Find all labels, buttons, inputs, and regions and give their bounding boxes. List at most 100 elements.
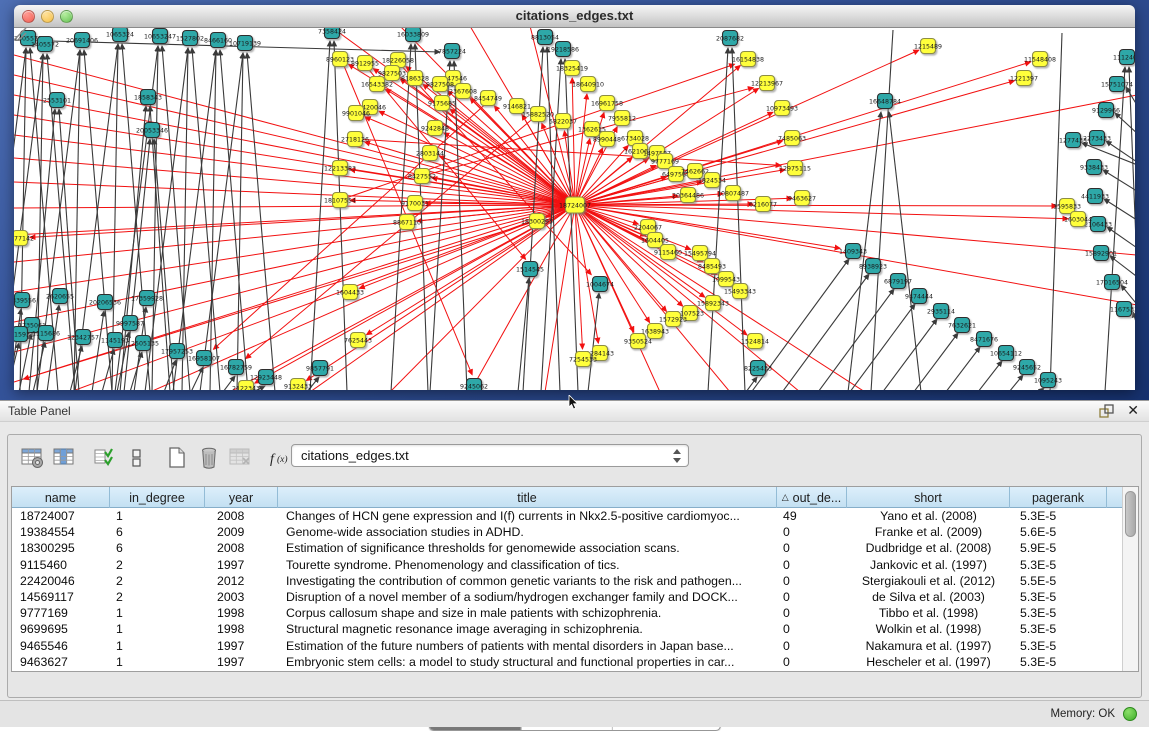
column-settings-button[interactable] <box>18 444 48 472</box>
cell-name: 9463627 <box>12 655 110 669</box>
column-header-in_degree[interactable]: in_degree <box>110 487 205 508</box>
column-header-out_de[interactable]: △out_de... <box>777 487 847 508</box>
cell-year: 2008 <box>205 541 278 555</box>
cell-short: Hescheler et al. (1997) <box>847 655 1010 669</box>
table-panel-title: Table Panel <box>8 404 71 418</box>
cell-out_de: 0 <box>777 606 847 620</box>
table-row[interactable]: 977716911998Corpus callosum shape and si… <box>12 605 1122 621</box>
cell-name: 19384554 <box>12 525 110 539</box>
cell-pagerank: 5.9E-5 <box>1010 541 1107 555</box>
cell-short: Dudbridge et al. (2008) <box>847 541 1010 555</box>
cell-out_de: 0 <box>777 655 847 669</box>
table-row[interactable]: 1872400712008Changes of HCN gene express… <box>12 508 1122 524</box>
cell-pagerank: 5.3E-5 <box>1010 639 1107 653</box>
cell-in_degree: 2 <box>110 558 205 572</box>
cell-out_de: 0 <box>777 558 847 572</box>
cytoscape-desktop: citations_edges.txt 24055721405572206914… <box>0 0 1149 400</box>
cell-title: Genome-wide association studies in ADHD. <box>278 525 777 539</box>
table-panel-body: f (x) citations_edges.txt namein_degreey… <box>7 434 1142 698</box>
cell-year: 2003 <box>205 590 278 604</box>
table-row[interactable]: 946554611997Estimation of the future num… <box>12 638 1122 654</box>
cell-title: Embryonic stem cells: a model to study s… <box>278 655 777 669</box>
show-columns-button[interactable] <box>50 444 80 472</box>
cell-short: Nakamura et al. (1997) <box>847 639 1010 653</box>
cell-in_degree: 1 <box>110 509 205 523</box>
cell-pagerank: 5.3E-5 <box>1010 590 1107 604</box>
cell-year: 1997 <box>205 655 278 669</box>
memory-status-label: Memory: OK <box>1050 708 1115 720</box>
cell-title: Structural magnetic resonance image aver… <box>278 622 777 636</box>
cell-pagerank: 5.3E-5 <box>1010 606 1107 620</box>
table-row[interactable]: 969969511998Structural magnetic resonanc… <box>12 621 1122 637</box>
cell-year: 2009 <box>205 525 278 539</box>
memory-ok-icon <box>1123 707 1137 721</box>
cell-in_degree: 6 <box>110 541 205 555</box>
cell-name: 9777169 <box>12 606 110 620</box>
cell-title: Corpus callosum shape and size in male p… <box>278 606 777 620</box>
cell-name: 9699695 <box>12 622 110 636</box>
cell-short: Jankovic et al. (1997) <box>847 558 1010 572</box>
cell-name: 22420046 <box>12 574 110 588</box>
cell-title: Changes of HCN gene expression and I(f) … <box>278 509 777 523</box>
table-row[interactable]: 946362711997Embryonic stem cells: a mode… <box>12 654 1122 670</box>
table-row[interactable]: 1456911722003Disruption of a novel membe… <box>12 589 1122 605</box>
cell-out_de: 0 <box>777 590 847 604</box>
node-table-body: 1872400712008Changes of HCN gene express… <box>12 508 1122 671</box>
resize-grip-icon[interactable] <box>14 28 1132 387</box>
cell-name: 9465546 <box>12 639 110 653</box>
cell-year: 1998 <box>205 606 278 620</box>
network-window-title: citations_edges.txt <box>14 8 1135 23</box>
cell-out_de: 0 <box>777 622 847 636</box>
network-window[interactable]: citations_edges.txt 24055721405572206914… <box>14 5 1135 390</box>
select-checks-button[interactable] <box>90 444 120 472</box>
new-file-button[interactable] <box>162 444 192 472</box>
column-header-year[interactable]: year <box>205 487 278 508</box>
status-bar: Memory: OK <box>0 700 1149 727</box>
cell-pagerank: 5.3E-5 <box>1010 558 1107 572</box>
vertical-scrollbar[interactable] <box>1122 487 1138 671</box>
cell-name: 9115460 <box>12 558 110 572</box>
scrollbar-thumb[interactable] <box>1125 491 1136 537</box>
column-header-title[interactable]: title <box>278 487 777 508</box>
table-row[interactable]: 2242004622012Investigating the contribut… <box>12 573 1122 589</box>
cell-name: 14569117 <box>12 590 110 604</box>
cell-year: 1997 <box>205 639 278 653</box>
cell-pagerank: 5.3E-5 <box>1010 622 1107 636</box>
table-row[interactable]: 1830029562008Estimation of significance … <box>12 540 1122 556</box>
table-row[interactable]: 911546021997Tourette syndrome. Phenomeno… <box>12 557 1122 573</box>
cell-name: 18724007 <box>12 509 110 523</box>
delete-table-disabled-button <box>226 444 256 472</box>
column-header-name[interactable]: name <box>12 487 110 508</box>
cell-title: Disruption of a novel member of a sodium… <box>278 590 777 604</box>
cell-out_de: 0 <box>777 639 847 653</box>
cell-pagerank: 5.5E-5 <box>1010 574 1107 588</box>
cell-out_de: 0 <box>777 541 847 555</box>
svg-text:(x): (x) <box>277 454 288 465</box>
cell-name: 18300295 <box>12 541 110 555</box>
column-header-pagerank[interactable]: pagerank <box>1010 487 1107 508</box>
node-table: namein_degreeyeartitle△out_de...shortpag… <box>11 486 1139 672</box>
cell-short: Stergiakouli et al. (2012) <box>847 574 1010 588</box>
cell-short: Franke et al. (2009) <box>847 525 1010 539</box>
table-panel: Table Panel ✕ f (x) citat <box>0 400 1149 727</box>
table-source-value: citations_edges.txt <box>301 448 409 463</box>
cell-year: 2012 <box>205 574 278 588</box>
combobox-stepper-icon[interactable] <box>672 448 681 464</box>
cell-in_degree: 1 <box>110 639 205 653</box>
float-panel-icon[interactable] <box>1099 404 1115 419</box>
delete-button[interactable] <box>194 444 224 472</box>
cell-title: Estimation of the future numbers of pati… <box>278 639 777 653</box>
close-panel-icon[interactable]: ✕ <box>1127 402 1139 419</box>
cell-year: 1997 <box>205 558 278 572</box>
rows-button[interactable] <box>122 444 152 472</box>
table-source-combobox[interactable]: citations_edges.txt <box>291 444 689 467</box>
node-table-header: namein_degreeyeartitle△out_de...shortpag… <box>12 487 1122 508</box>
network-canvas[interactable]: 2405572140557220691406106532410653247152… <box>14 28 1135 390</box>
cell-short: Yano et al. (2008) <box>847 509 1010 523</box>
cell-in_degree: 1 <box>110 606 205 620</box>
cell-out_de: 0 <box>777 525 847 539</box>
network-window-titlebar[interactable]: citations_edges.txt <box>14 5 1135 28</box>
cell-short: Wolkin et al. (1998) <box>847 622 1010 636</box>
table-row[interactable]: 1938455462009Genome-wide association stu… <box>12 524 1122 540</box>
column-header-short[interactable]: short <box>847 487 1010 508</box>
